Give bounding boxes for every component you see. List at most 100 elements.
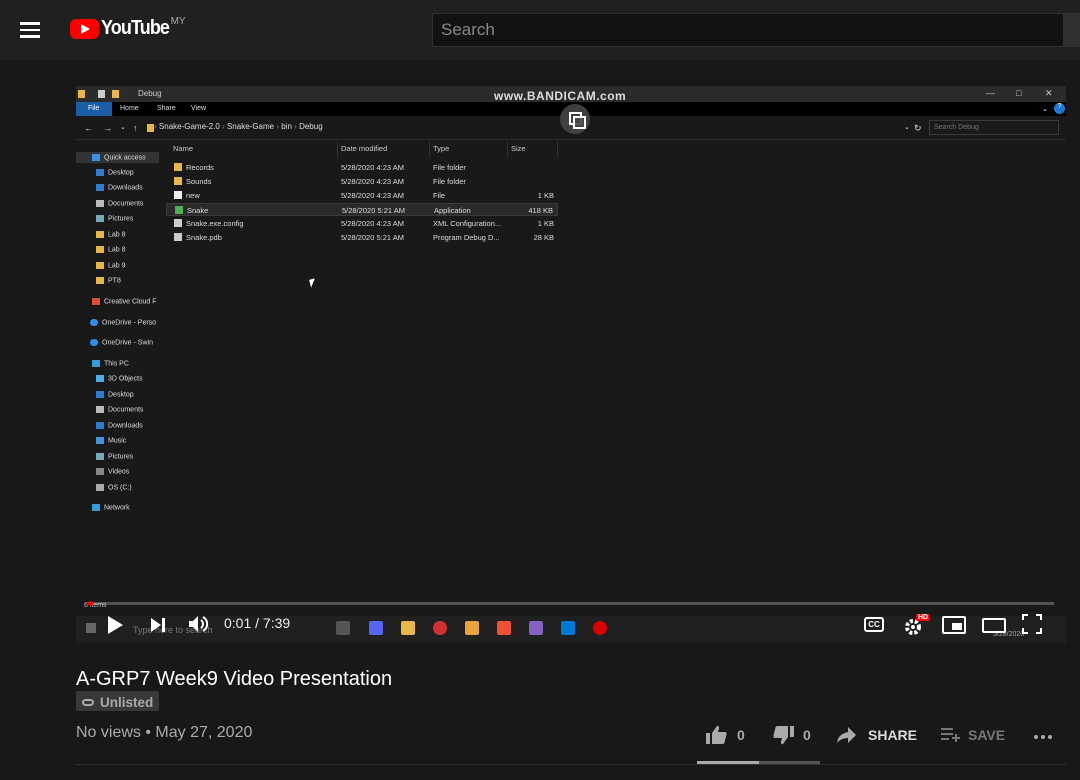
dislike-count: 0 — [803, 727, 811, 743]
creative-cloud-icon — [92, 298, 100, 305]
explorer-file-list: Name Date modified Type Size Records 5/2… — [166, 141, 1066, 611]
save-label: SAVE — [968, 727, 1006, 743]
upload-date: May 27, 2020 — [155, 724, 253, 741]
opera-icon — [433, 621, 447, 635]
pdb-file-icon — [174, 233, 182, 241]
explorer-nav-pane: Quick access Desktop Downloads Documents… — [76, 141, 159, 611]
crumb: bin — [281, 122, 292, 131]
windows-start-icon — [86, 623, 96, 633]
masthead: YouTube MY — [0, 0, 1080, 60]
document-icon — [96, 406, 104, 413]
divider — [76, 764, 1066, 765]
nav-item: Pictures — [96, 453, 133, 460]
back-arrow-icon: ← — [84, 123, 93, 133]
nav-item: PT8 — [96, 277, 121, 284]
like-count: 0 — [737, 727, 745, 743]
nav-item: Downloads — [96, 184, 143, 191]
nav-item: Creative Cloud F — [92, 298, 157, 305]
play-icon[interactable] — [108, 616, 123, 634]
dropdown-icon: ⌄ — [904, 124, 910, 131]
ribbon-tab-home: Home — [120, 105, 139, 112]
application-icon — [175, 206, 183, 214]
download-icon — [96, 184, 104, 191]
refresh-icon: ↻ — [914, 123, 922, 133]
next-icon[interactable] — [151, 617, 167, 633]
nav-item: Pictures — [96, 215, 133, 222]
miniplayer-mode-icon[interactable] — [560, 104, 590, 134]
nav-item: Documents — [96, 200, 143, 207]
cc-label: CC — [868, 620, 880, 629]
file-row: Snake 5/28/2020 5:21 AM Application 418 … — [166, 203, 558, 216]
nav-item: OneDrive - Perso — [90, 319, 156, 326]
link-icon — [82, 698, 94, 706]
volume-icon[interactable] — [187, 614, 211, 634]
meta-separator: • — [145, 724, 151, 741]
ribbon-tab-share: Share — [157, 105, 176, 112]
column-header: Name — [173, 144, 194, 153]
nav-item: Desktop — [96, 169, 134, 176]
document-icon — [96, 200, 104, 207]
nav-item: OneDrive - Swin — [90, 339, 153, 346]
more-actions-icon[interactable] — [1034, 735, 1052, 739]
save-button[interactable]: SAVE — [941, 724, 1005, 746]
cloud-icon — [90, 339, 98, 346]
minimize-icon: — — [986, 88, 995, 98]
folder-icon — [96, 246, 104, 253]
search-button[interactable] — [1064, 13, 1080, 47]
hd-badge: HD — [916, 614, 931, 621]
privacy-label: Unlisted — [100, 694, 154, 710]
file-explorer-icon — [401, 621, 415, 635]
desktop-icon — [96, 391, 104, 398]
picture-icon — [96, 215, 104, 222]
explorer-title: Debug — [138, 89, 162, 98]
nav-item: Videos — [96, 468, 129, 475]
column-header: Type — [433, 144, 450, 153]
close-icon: ✕ — [1045, 88, 1053, 98]
dislike-button[interactable]: 0 — [772, 724, 811, 746]
like-button[interactable]: 0 — [706, 724, 745, 746]
captions-icon[interactable]: CC — [864, 617, 884, 632]
miniplayer-icon[interactable] — [942, 616, 966, 634]
picture-icon — [96, 453, 104, 460]
file-icon — [174, 191, 182, 199]
share-button[interactable]: SHARE — [836, 724, 917, 746]
thumbs-up-icon — [706, 725, 727, 744]
nav-item: Desktop — [96, 391, 134, 398]
file-row: Records 5/28/2020 4:23 AM File folder — [166, 161, 558, 174]
vscode-icon — [561, 621, 575, 635]
folder-icon — [174, 163, 182, 171]
fullscreen-icon[interactable] — [1022, 614, 1042, 634]
download-icon — [96, 422, 104, 429]
settings-gear-icon[interactable]: HD — [903, 614, 931, 637]
folder-icon — [147, 124, 154, 132]
folder-icon — [96, 262, 104, 269]
cube-icon — [96, 375, 104, 382]
theater-mode-icon[interactable] — [982, 618, 1006, 633]
column-header: Size — [511, 144, 526, 153]
scrubber-handle[interactable] — [88, 601, 93, 606]
nav-item: OS (C:) — [96, 484, 132, 491]
maximize-icon: □ — [1016, 88, 1022, 98]
config-file-icon — [174, 219, 182, 227]
crumb: Snake-Game-2.0 — [158, 122, 220, 131]
progress-bar[interactable] — [88, 602, 1054, 605]
folder-icon — [96, 277, 104, 284]
nav-item: Lab 8 — [96, 246, 126, 253]
video-icon — [96, 468, 104, 475]
video-player[interactable]: Debug — □ ✕ www.BANDICAM.com File Home S… — [76, 86, 1066, 643]
vlc-icon — [465, 621, 479, 635]
folder-icon — [78, 90, 85, 98]
nav-item: Music — [96, 437, 126, 444]
menu-icon[interactable] — [18, 19, 42, 41]
search-box — [432, 13, 1064, 47]
ribbon-tab-view: View — [191, 105, 207, 112]
desktop-icon — [96, 169, 104, 176]
nav-item: Lab 8 — [96, 231, 126, 238]
youtube-logo[interactable]: YouTube MY — [70, 16, 186, 43]
search-input[interactable] — [433, 14, 1063, 46]
thumbs-down-icon — [773, 726, 794, 745]
add-to-playlist-icon — [941, 728, 960, 742]
forward-arrow-icon: → — [103, 123, 112, 133]
cloud-icon — [90, 319, 98, 326]
file-row: new 5/28/2020 4:23 AM File 1 KB — [166, 189, 558, 202]
